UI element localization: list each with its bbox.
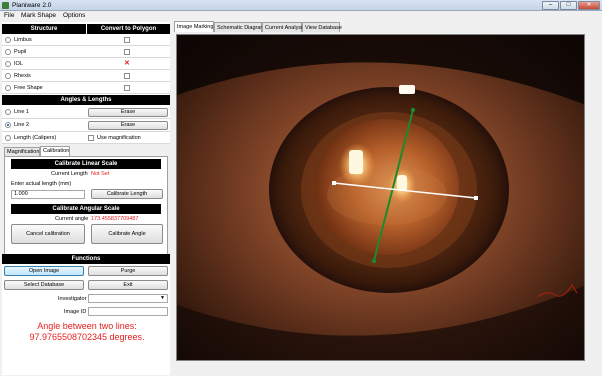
limbus-convert-checkbox[interactable] (124, 37, 130, 43)
exit-button[interactable]: Exit (88, 280, 168, 290)
window-title: Planiware 2.0 (12, 2, 52, 9)
maximize-button[interactable]: □ (560, 1, 577, 10)
erase-line1-button[interactable]: Erase (88, 108, 168, 117)
current-length-label: Current Length (51, 171, 88, 177)
angles-lengths-header: Angles & Lengths (2, 95, 170, 105)
structure-column-header: Structure (2, 24, 86, 34)
length-row: Length (Calipers) Use magnification (2, 132, 170, 144)
calibrate-angle-button[interactable]: Calibrate Angle (91, 224, 163, 244)
angle-result-line2: 97.9765508702345 degrees. (29, 332, 145, 342)
current-length-value: Not Set (91, 171, 110, 177)
iol-radio[interactable] (5, 61, 11, 67)
app-icon (2, 2, 9, 9)
enter-length-label: Enter actual length (mm) (11, 181, 72, 187)
corneal-reflex-top (399, 85, 415, 94)
chevron-down-icon: ▼ (160, 295, 165, 301)
current-angle-value: 173.455837709487 (91, 216, 139, 222)
linear-scale-header: Calibrate Linear Scale (11, 159, 161, 169)
tab-view-database[interactable]: View Database (302, 22, 342, 32)
length-label: Length (Calipers) (14, 135, 57, 141)
use-magnification-checkbox[interactable] (88, 135, 94, 141)
tab-magnification[interactable]: Magnification (4, 147, 40, 156)
rhexis-convert-checkbox[interactable] (124, 73, 130, 79)
line-1-end-handle[interactable] (371, 258, 377, 264)
reflection-left (349, 150, 363, 174)
tab-schematic-diagram[interactable]: Schematic Diagram (214, 22, 265, 32)
tab-area: Magnification Calibration Calibrate Line… (2, 144, 170, 271)
functions-panel: Functions Open Image Purge Select Databa… (2, 254, 170, 374)
line1-label: Line 1 (14, 109, 29, 115)
investigator-select[interactable]: ▼ (88, 294, 168, 303)
line-1-start-handle[interactable] (410, 107, 416, 113)
functions-header: Functions (2, 254, 170, 264)
free-shape-radio[interactable] (5, 85, 11, 91)
angular-scale-header: Calibrate Angular Scale (11, 204, 161, 214)
calibrate-length-button[interactable]: Calibrate Length (91, 189, 163, 199)
structure-label: Limbus (14, 37, 32, 43)
angle-result-line1: Angle between two lines: (37, 321, 137, 331)
tab-image-marking[interactable]: Image Marking (174, 21, 214, 32)
free-shape-convert-checkbox[interactable] (124, 85, 130, 91)
close-button[interactable]: ✕ (578, 1, 600, 10)
right-panel: Image Marking Schematic Diagram Current … (172, 21, 602, 376)
iol-converted-mark[interactable]: ✕ (124, 59, 130, 67)
line2-radio[interactable] (5, 122, 11, 128)
structure-row-rhexis: Rhexis (2, 71, 170, 82)
pupil-convert-checkbox[interactable] (124, 49, 130, 55)
structure-row-iol: IOL ✕ (2, 59, 170, 70)
structure-row-free-shape: Free Shape (2, 83, 170, 94)
structure-label: Rhexis (14, 73, 31, 79)
structure-label: IOL (14, 61, 23, 67)
limbus-radio[interactable] (5, 37, 11, 43)
menu-file[interactable]: File (4, 12, 14, 19)
minimize-button[interactable]: – (542, 1, 559, 10)
tab-current-analysis[interactable]: Current Analysis (262, 22, 305, 32)
line1-row: Line 1 Erase (2, 106, 170, 119)
cancel-calibration-button[interactable]: Cancel calibration (11, 224, 85, 244)
menu-options[interactable]: Options (63, 12, 85, 19)
open-image-button[interactable]: Open Image (4, 266, 84, 276)
line-2-end-handle[interactable] (474, 196, 478, 200)
structure-row-limbus: Limbus (2, 35, 170, 46)
structure-row-pupil: Pupil (2, 47, 170, 58)
menu-mark-shape[interactable]: Mark Shape (21, 12, 56, 19)
image-id-label: Image ID (64, 309, 87, 315)
menu-bar: File Mark Shape Options (0, 11, 602, 21)
title-bar: Planiware 2.0 – □ ✕ (0, 0, 602, 11)
current-angle-label: Current angle (55, 216, 89, 222)
reflection-right (397, 175, 407, 191)
image-id-input[interactable] (88, 307, 168, 316)
convert-column-header: Convert to Polygon (87, 24, 170, 34)
investigator-label: Investigator (58, 296, 87, 302)
tab-calibration[interactable]: Calibration (40, 146, 70, 156)
erase-line2-button[interactable]: Erase (88, 121, 168, 130)
image-canvas[interactable] (176, 34, 585, 361)
use-magnification-label: Use magnification (97, 135, 141, 141)
select-database-button[interactable]: Select Database (4, 280, 84, 290)
length-input[interactable]: 1.000 (11, 190, 85, 199)
purge-button[interactable]: Purge (88, 266, 168, 276)
structure-label: Pupil (14, 49, 27, 55)
eye-image (177, 35, 584, 360)
pupil-radio[interactable] (5, 49, 11, 55)
line2-row: Line 2 Erase (2, 119, 170, 132)
line1-radio[interactable] (5, 109, 11, 115)
line2-label: Line 2 (14, 122, 29, 128)
structure-label: Free Shape (14, 85, 43, 91)
line-2-start-handle[interactable] (332, 181, 336, 185)
length-radio[interactable] (5, 135, 11, 141)
rhexis-radio[interactable] (5, 73, 11, 79)
